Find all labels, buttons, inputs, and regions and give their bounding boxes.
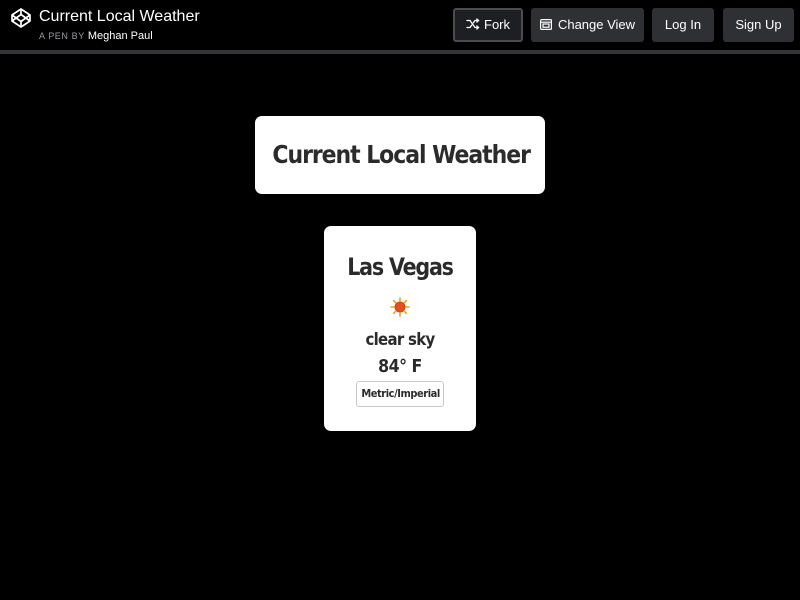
city-name: Las Vegas [347,253,454,281]
sun-icon [390,297,410,317]
temperature: 84° F [378,356,422,377]
byline-label: A PEN BY [39,31,85,41]
signup-button[interactable]: Sign Up [723,8,794,42]
page-title: Current Local Weather [272,140,531,169]
author-link[interactable]: Meghan Paul [88,30,153,42]
pen-byline: A PEN BY Meghan Paul [39,29,153,43]
weather-card: Las Vegas clear sky 84° F Metric/Imperia… [324,226,476,431]
weather-condition: clear sky [365,330,435,350]
title-card: Current Local Weather [255,116,545,194]
change-view-button[interactable]: Change View [531,8,644,42]
unit-toggle-button[interactable]: Metric/Imperial [356,381,444,407]
login-button[interactable]: Log In [652,8,714,42]
layout-icon [539,19,552,30]
fork-button[interactable]: Fork [453,8,523,42]
top-bar-divider [0,50,800,54]
change-view-label: Change View [557,17,636,32]
top-bar: Current Local Weather A PEN BY Meghan Pau… [0,0,800,50]
unit-toggle-label: Metric/Imperial [361,387,440,400]
fork-icon [466,18,480,30]
pen-title[interactable]: Current Local Weather [39,7,200,27]
codepen-logo-icon[interactable] [10,7,32,29]
fork-label: Fork [484,17,510,32]
